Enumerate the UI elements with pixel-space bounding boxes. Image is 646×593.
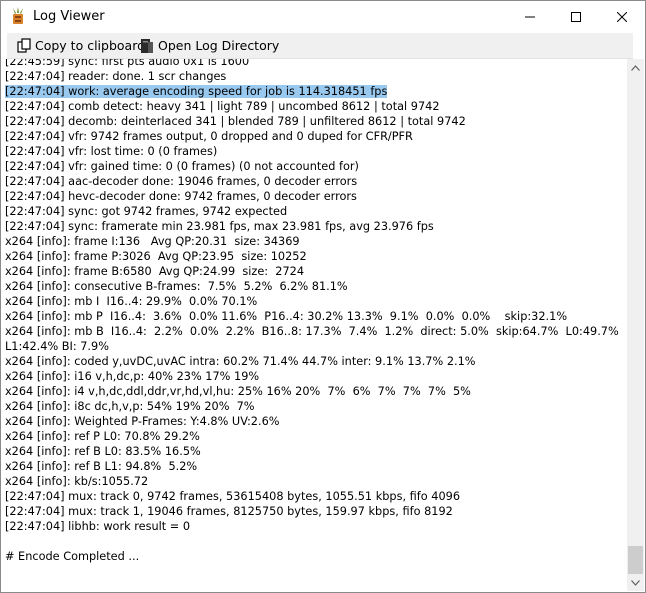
log-line: [22:47:04] vfr: 9742 frames output, 0 dr… bbox=[5, 130, 413, 143]
log-line: x264 [info]: frame B:6580 Avg QP:24.99 s… bbox=[5, 265, 305, 278]
log-viewer-window: Log Viewer Copy to clipboard Open Log Di… bbox=[0, 0, 646, 593]
copy-to-clipboard-button[interactable]: Copy to clipboard bbox=[17, 36, 145, 55]
chevron-up-icon bbox=[631, 64, 640, 71]
log-line: [22:47:04] vfr: gained time: 0 (0 frames… bbox=[5, 160, 359, 173]
log-line: x264 [info]: frame P:3026 Avg QP:23.95 s… bbox=[5, 250, 307, 263]
log-lines: [22:45:59] sync: first pts audio 0x1 is … bbox=[5, 59, 623, 564]
log-line: [22:47:04] sync: got 9742 frames, 9742 e… bbox=[5, 205, 288, 218]
copy-icon bbox=[17, 38, 31, 53]
log-line: x264 [info]: mb P I16..4: 3.6% 0.0% 11.6… bbox=[5, 310, 568, 323]
maximize-button[interactable] bbox=[553, 1, 599, 32]
log-line: x264 [info]: i8c dc,h,v,p: 54% 19% 20% 7… bbox=[5, 400, 255, 413]
open-log-directory-label: Open Log Directory bbox=[158, 38, 280, 53]
log-line: [22:47:04] reader: done. 1 scr changes bbox=[5, 70, 227, 83]
log-line: x264 [info]: ref P L0: 70.8% 29.2% bbox=[5, 430, 200, 443]
selected-text: [22:47:04] work: average encoding speed … bbox=[5, 85, 388, 98]
log-line: [22:47:04] comb detect: heavy 341 | ligh… bbox=[5, 100, 440, 113]
log-line: [22:47:04] hevc-decoder done: 9742 frame… bbox=[5, 190, 357, 203]
log-line: [22:47:04] decomb: deinterlaced 341 | bl… bbox=[5, 115, 466, 128]
log-line: [22:47:04] mux: track 1, 19046 frames, 8… bbox=[5, 505, 453, 518]
log-line: x264 [info]: i16 v,h,dc,p: 40% 23% 17% 1… bbox=[5, 370, 260, 383]
log-line: x264 [info]: mb I I16..4: 29.9% 0.0% 70.… bbox=[5, 295, 258, 308]
log-line: [22:47:04] aac-decoder done: 19046 frame… bbox=[5, 175, 358, 188]
log-line: [22:45:59] sync: first pts audio 0x1 is … bbox=[5, 59, 250, 68]
scroll-up-button[interactable] bbox=[627, 59, 644, 76]
title-bar: Log Viewer bbox=[1, 1, 645, 32]
log-line: [22:47:04] mux: track 0, 9742 frames, 53… bbox=[5, 490, 461, 503]
log-text-area[interactable]: [22:45:59] sync: first pts audio 0x1 is … bbox=[2, 59, 627, 591]
log-line: x264 [info]: coded y,uvDC,uvAC intra: 60… bbox=[5, 355, 476, 368]
scrollbar-thumb[interactable] bbox=[628, 546, 643, 574]
chevron-down-icon bbox=[631, 579, 640, 586]
minimize-icon bbox=[525, 16, 535, 17]
log-line: x264 [info]: ref B L1: 94.8% 5.2% bbox=[5, 460, 198, 473]
maximize-icon bbox=[571, 11, 581, 22]
vertical-scrollbar[interactable] bbox=[627, 59, 644, 591]
log-line: [22:47:04] work: average encoding speed … bbox=[5, 84, 623, 99]
close-button[interactable] bbox=[599, 1, 645, 32]
log-line: # Encode Completed ... bbox=[5, 550, 140, 563]
minimize-button[interactable] bbox=[507, 1, 553, 32]
log-directory-icon bbox=[141, 38, 153, 53]
handbrake-app-icon bbox=[9, 7, 27, 25]
window-title: Log Viewer bbox=[33, 9, 105, 24]
log-line: [22:47:04] libhb: work result = 0 bbox=[5, 520, 191, 533]
log-line: [22:47:04] vfr: lost time: 0 (0 frames) bbox=[5, 145, 218, 158]
toolbar: Copy to clipboard Open Log Directory bbox=[7, 33, 633, 59]
log-line: x264 [info]: Weighted P-Frames: Y:4.8% U… bbox=[5, 415, 280, 428]
log-line: x264 [info]: ref B L0: 83.5% 16.5% bbox=[5, 445, 201, 458]
log-line: x264 [info]: i4 v,h,dc,ddl,ddr,vr,hd,vl,… bbox=[5, 385, 471, 398]
log-line: x264 [info]: consecutive B-frames: 7.5% … bbox=[5, 280, 348, 293]
log-line: x264 [info]: frame I:136 Avg QP:20.31 si… bbox=[5, 235, 300, 248]
log-line: [22:47:04] sync: framerate min 23.981 fp… bbox=[5, 220, 434, 233]
copy-to-clipboard-label: Copy to clipboard bbox=[35, 38, 146, 53]
scroll-down-button[interactable] bbox=[627, 574, 644, 591]
open-log-directory-button[interactable]: Open Log Directory bbox=[140, 36, 279, 55]
close-icon bbox=[617, 11, 627, 22]
log-line: x264 [info]: mb B I16..4: 2.2% 0.0% 2.2%… bbox=[5, 325, 623, 353]
log-line: x264 [info]: kb/s:1055.72 bbox=[5, 475, 149, 488]
